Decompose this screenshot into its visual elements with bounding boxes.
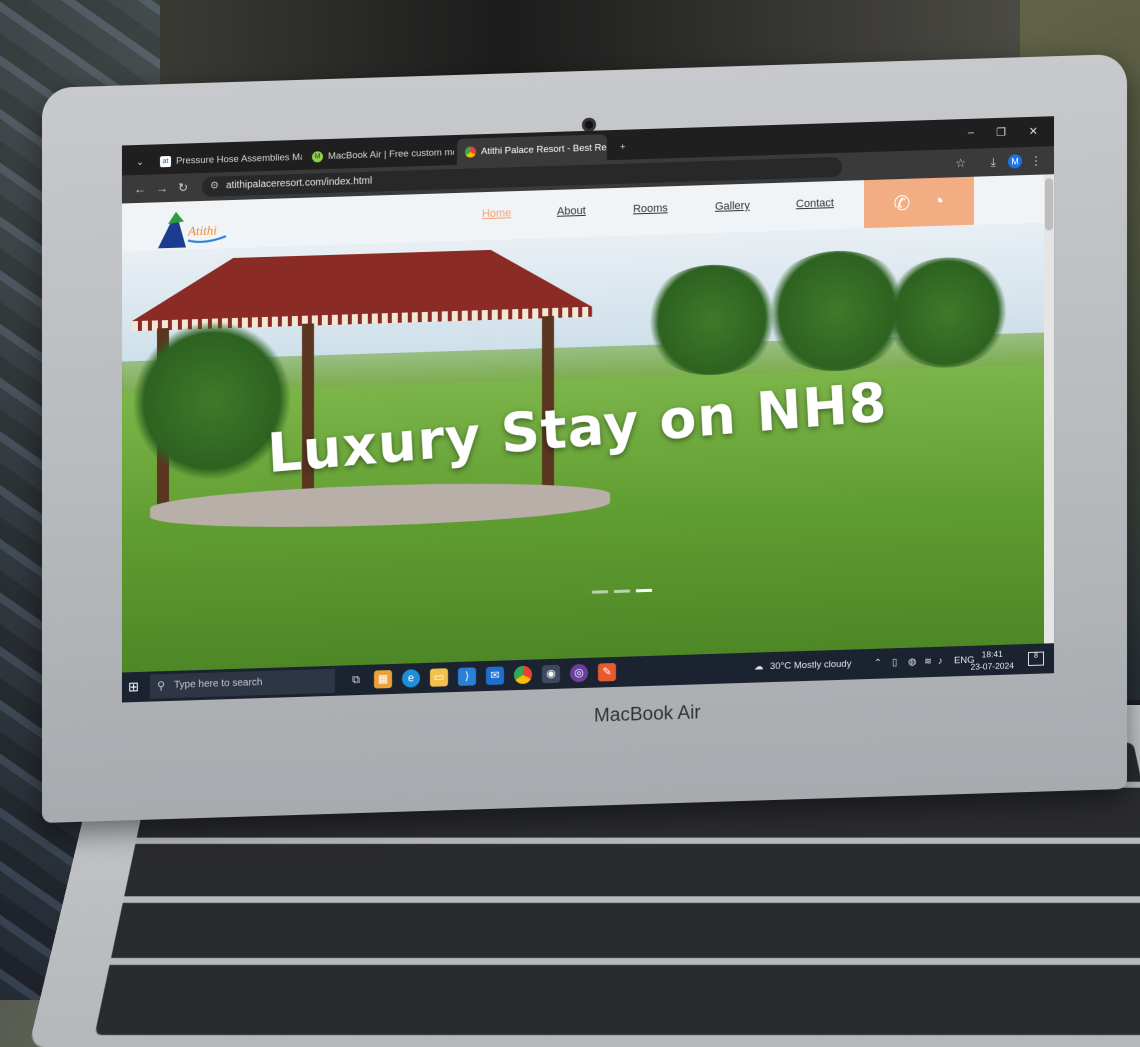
nav-gallery-link[interactable]: Gallery bbox=[715, 200, 750, 213]
nav-home-link[interactable]: Home bbox=[482, 207, 511, 220]
file-explorer-icon[interactable]: ▭ bbox=[430, 668, 448, 687]
chrome-favicon bbox=[465, 146, 476, 157]
nav-contact-link[interactable]: Contact bbox=[796, 197, 834, 210]
minimize-button[interactable]: – bbox=[968, 127, 974, 139]
key-row-gap bbox=[135, 838, 1140, 844]
key-row-gap bbox=[110, 958, 1140, 965]
plus-icon: + bbox=[620, 141, 626, 152]
wifi-icon[interactable]: ≋ bbox=[924, 647, 932, 677]
profile-avatar[interactable]: M bbox=[1008, 154, 1022, 168]
search-placeholder: Type here to search bbox=[174, 677, 262, 691]
atithi-small-favicon: at bbox=[160, 155, 171, 166]
chrome-active-icon[interactable]: ◉ bbox=[542, 665, 560, 684]
nav-rooms-link[interactable]: Rooms bbox=[633, 202, 668, 215]
clock-date: 23-07-2024 bbox=[971, 659, 1014, 672]
notification-icon[interactable]: 8 bbox=[1028, 652, 1044, 667]
paint-icon[interactable]: ✎ bbox=[598, 663, 616, 682]
page-scrollbar[interactable] bbox=[1044, 174, 1054, 643]
website-viewport: Atithi Home About Rooms Gallery Contact … bbox=[122, 174, 1054, 672]
carousel-dot[interactable] bbox=[592, 590, 608, 594]
logo-text: Atithi bbox=[187, 222, 217, 238]
laptop-lid: ⌄ at Pressure Hose Assemblies Man ✕ M Ma… bbox=[42, 54, 1127, 823]
taskbar-clock[interactable]: 18:41 23-07-2024 bbox=[971, 647, 1014, 672]
green-m-favicon: M bbox=[312, 151, 323, 162]
scrollbar-thumb[interactable] bbox=[1045, 178, 1053, 230]
site-settings-icon[interactable]: ⚙ bbox=[210, 176, 219, 196]
github-icon[interactable]: ◎ bbox=[570, 664, 588, 683]
maximize-button[interactable]: ❐ bbox=[996, 126, 1006, 139]
carousel-dot[interactable] bbox=[614, 590, 630, 594]
new-tab-button[interactable]: + bbox=[612, 133, 634, 160]
vscode-icon[interactable]: ⟩ bbox=[458, 667, 476, 686]
store-icon[interactable]: ▦ bbox=[374, 670, 392, 689]
phone-icon[interactable]: ✆ bbox=[894, 190, 911, 216]
task-view-icon[interactable]: ⧉ bbox=[347, 671, 365, 690]
forward-icon[interactable]: → bbox=[156, 181, 168, 195]
network-icon[interactable]: ◍ bbox=[908, 648, 916, 678]
taskbar-search-input[interactable]: ⚲ Type here to search bbox=[150, 669, 335, 699]
more-menu-icon[interactable]: ⋮ bbox=[1030, 154, 1042, 168]
close-window-button[interactable]: ✕ bbox=[1029, 125, 1038, 138]
tab-search-button[interactable]: ⌄ bbox=[128, 149, 150, 176]
tab-title: MacBook Air | Free custom mo bbox=[328, 146, 454, 161]
macbook-brand-label: MacBook Air bbox=[594, 702, 701, 727]
tab-title: Atithi Palace Resort - Best Reso bbox=[481, 141, 607, 156]
windows-start-icon[interactable]: ⊞ bbox=[128, 680, 142, 694]
carousel-dot-active[interactable] bbox=[636, 589, 652, 593]
tab-title: Pressure Hose Assemblies Man bbox=[176, 151, 302, 166]
reload-icon[interactable]: ↻ bbox=[178, 180, 188, 194]
bookmark-star-icon[interactable]: ☆ bbox=[955, 156, 966, 170]
tray-chevron-icon[interactable]: ⌃ bbox=[874, 649, 882, 679]
key-row-gap bbox=[123, 896, 1140, 903]
weather-text[interactable]: 30°C Mostly cloudy bbox=[770, 650, 851, 683]
mail-icon[interactable]: ✉ bbox=[486, 666, 504, 685]
atithi-logo[interactable]: Atithi bbox=[154, 206, 232, 250]
contact-actions: ✆ ◔ bbox=[864, 177, 974, 228]
edge-icon[interactable]: e bbox=[402, 669, 420, 688]
weather-icon[interactable]: ☁ bbox=[754, 652, 764, 682]
volume-icon[interactable]: ♪ bbox=[938, 647, 943, 677]
back-icon[interactable]: ← bbox=[134, 182, 146, 196]
whatsapp-icon[interactable]: ◔ bbox=[932, 190, 944, 213]
url-text: atithipalaceresort.com/index.html bbox=[226, 176, 372, 192]
nav-about-link[interactable]: About bbox=[557, 205, 586, 218]
chrome-icon[interactable] bbox=[514, 666, 532, 685]
chevron-down-icon: ⌄ bbox=[136, 156, 144, 167]
laptop-screen: ⌄ at Pressure Hose Assemblies Man ✕ M Ma… bbox=[122, 116, 1054, 702]
download-icon[interactable]: ⤓ bbox=[991, 155, 996, 170]
search-icon: ⚲ bbox=[157, 674, 165, 698]
battery-icon[interactable]: ▯ bbox=[892, 648, 897, 678]
